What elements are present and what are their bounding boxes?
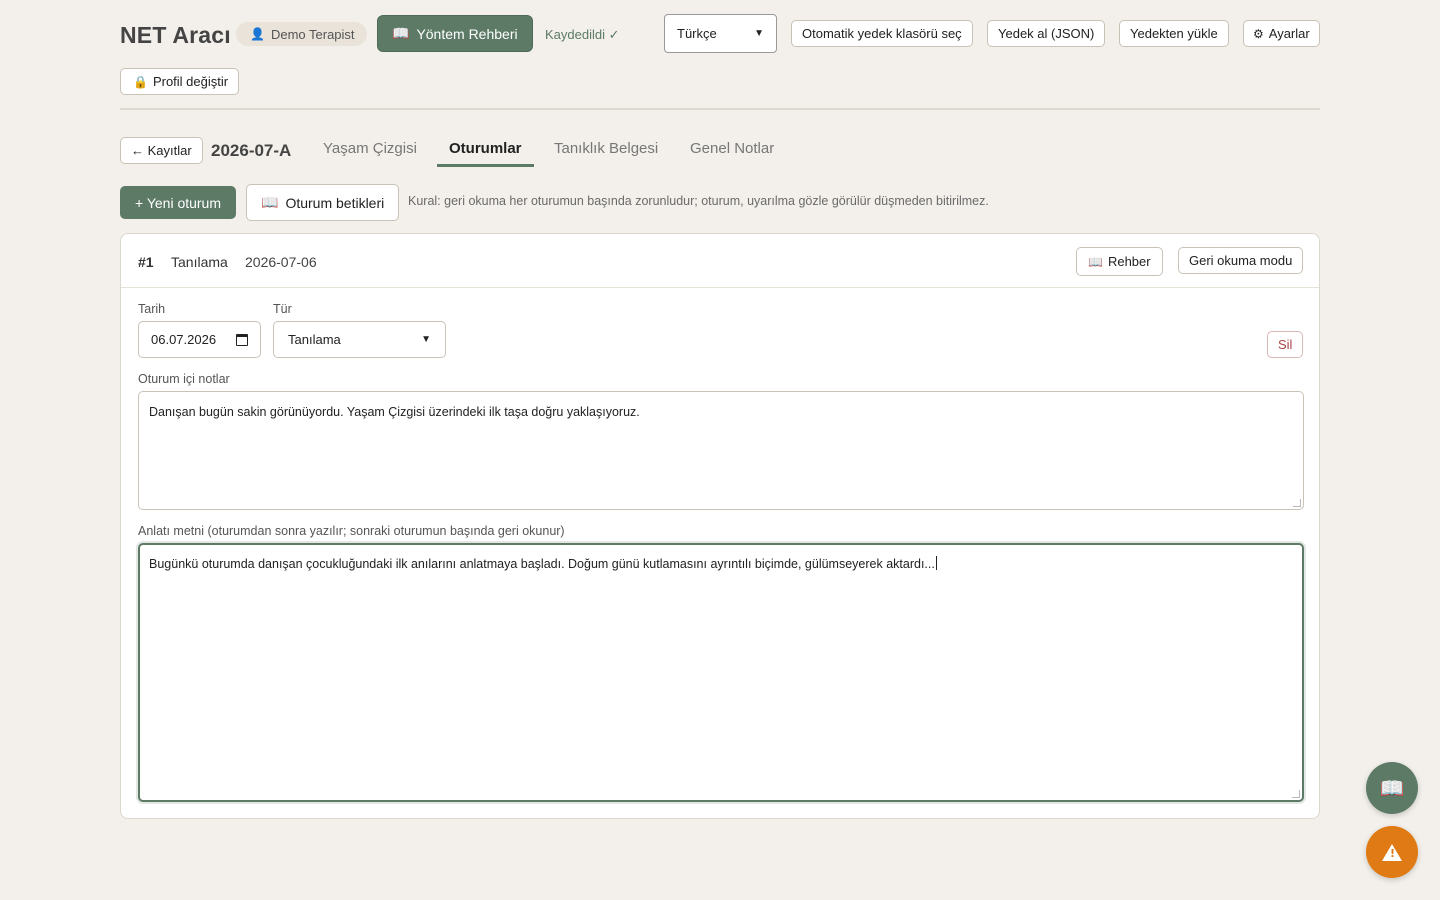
book-icon: 📖 xyxy=(392,25,410,41)
session-card-header: #1 Tanılama 2026-07-06 📖 Rehber Geri oku… xyxy=(121,234,1319,288)
chevron-down-icon: ▼ xyxy=(754,28,764,39)
session-notes-textarea[interactable]: Danışan bugün sakin görünüyordu. Yaşam Ç… xyxy=(138,391,1304,510)
record-id: 2026-07-A xyxy=(211,141,292,160)
guide-label: Rehber xyxy=(1107,254,1151,269)
chevron-down-icon: ▼ xyxy=(421,334,431,345)
restore-backup-button[interactable]: Yedekten yükle xyxy=(1119,20,1229,47)
session-type-value: Tanılama xyxy=(288,332,341,347)
profile-switch-label: Profil değiştir xyxy=(152,74,229,89)
book-icon: 📖 xyxy=(1379,777,1405,800)
date-value: 06.07.2026 xyxy=(151,332,217,347)
resize-handle-icon[interactable] xyxy=(1293,499,1301,507)
session-scripts-button[interactable]: 📖 Oturum betikleri xyxy=(246,184,400,221)
gear-icon: ⚙ xyxy=(1253,26,1264,41)
session-type-select[interactable]: Tanılama ▼ xyxy=(273,321,446,358)
method-guide-button[interactable]: 📖 Yöntem Rehberi xyxy=(377,15,533,52)
profile-switch-button[interactable]: 🔒 Profil değiştir xyxy=(120,68,240,95)
session-actions: + Yeni oturum 📖 Oturum betikleri Kural: … xyxy=(120,182,1320,232)
alert-fab-button[interactable] xyxy=(1366,826,1418,878)
back-to-records-button[interactable]: ← Kayıtlar xyxy=(120,137,203,164)
session-scripts-label: Oturum betikleri xyxy=(285,194,385,211)
save-status: Kaydedildi ✓ xyxy=(545,27,620,42)
session-rule-text: Kural: geri okuma her oturumun başında z… xyxy=(408,194,989,208)
book-icon: 📖 xyxy=(1088,254,1103,269)
active-tab-indicator xyxy=(437,164,534,167)
book-icon: 📖 xyxy=(261,194,279,210)
settings-button[interactable]: ⚙ Ayarlar xyxy=(1243,20,1320,47)
new-session-button[interactable]: + Yeni oturum xyxy=(120,186,237,219)
tab-sessions[interactable]: Oturumlar xyxy=(449,140,522,157)
warning-icon xyxy=(1382,843,1402,861)
guide-fab-button[interactable]: 📖 xyxy=(1366,762,1418,814)
type-field-label: Tür xyxy=(273,302,292,316)
narrative-textarea[interactable]: Bugünkü oturumda danışan çocukluğundaki … xyxy=(138,543,1304,802)
app-header: NET Aracı 👤 Demo Terapist 📖 Yöntem Rehbe… xyxy=(120,0,1320,110)
auto-backup-folder-button[interactable]: Otomatik yedek klasörü seç xyxy=(791,20,973,47)
person-icon: 👤 xyxy=(250,27,265,41)
user-chip: 👤 Demo Terapist xyxy=(236,22,367,46)
backup-json-button[interactable]: Yedek al (JSON) xyxy=(987,20,1106,47)
narrative-field-label: Anlatı metni (oturumdan sonra yazılır; s… xyxy=(138,524,565,538)
readback-mode-button[interactable]: Geri okuma modu xyxy=(1178,247,1304,274)
language-value: Türkçe xyxy=(677,26,717,41)
session-card: #1 Tanılama 2026-07-06 📖 Rehber Geri oku… xyxy=(120,233,1320,819)
session-notes-text: Danışan bugün sakin görünüyordu. Yaşam Ç… xyxy=(149,405,640,419)
date-field-label: Tarih xyxy=(138,302,166,316)
calendar-icon[interactable] xyxy=(236,333,248,346)
app-title: NET Aracı xyxy=(120,22,231,48)
language-select[interactable]: Türkçe ▼ xyxy=(664,14,777,53)
guide-button[interactable]: 📖 Rehber xyxy=(1076,247,1163,276)
settings-label: Ayarlar xyxy=(1268,26,1310,41)
session-number: #1 xyxy=(138,254,154,270)
tab-general-notes[interactable]: Genel Notlar xyxy=(690,140,774,157)
app-container: NET Aracı 👤 Demo Terapist 📖 Yöntem Rehbe… xyxy=(120,0,1320,819)
user-name: Demo Terapist xyxy=(270,26,355,42)
session-date: 2026-07-06 xyxy=(245,254,317,270)
session-type: Tanılama xyxy=(171,254,228,270)
method-guide-label: Yöntem Rehberi xyxy=(416,25,518,42)
date-input[interactable]: 06.07.2026 xyxy=(138,321,261,358)
tab-testimony-document[interactable]: Tanıklık Belgesi xyxy=(554,140,658,157)
delete-session-button[interactable]: Sil xyxy=(1267,331,1304,358)
record-tabbar: ← Kayıtlar 2026-07-A Yaşam Çizgisi Oturu… xyxy=(120,110,1320,182)
lock-icon: 🔒 xyxy=(133,74,148,89)
resize-handle-icon[interactable] xyxy=(1292,790,1300,798)
narrative-text: Bugünkü oturumda danışan çocukluğundaki … xyxy=(149,557,935,571)
tab-life-line[interactable]: Yaşam Çizgisi xyxy=(323,140,417,157)
text-caret xyxy=(935,556,937,570)
notes-field-label: Oturum içi notlar xyxy=(138,372,230,386)
